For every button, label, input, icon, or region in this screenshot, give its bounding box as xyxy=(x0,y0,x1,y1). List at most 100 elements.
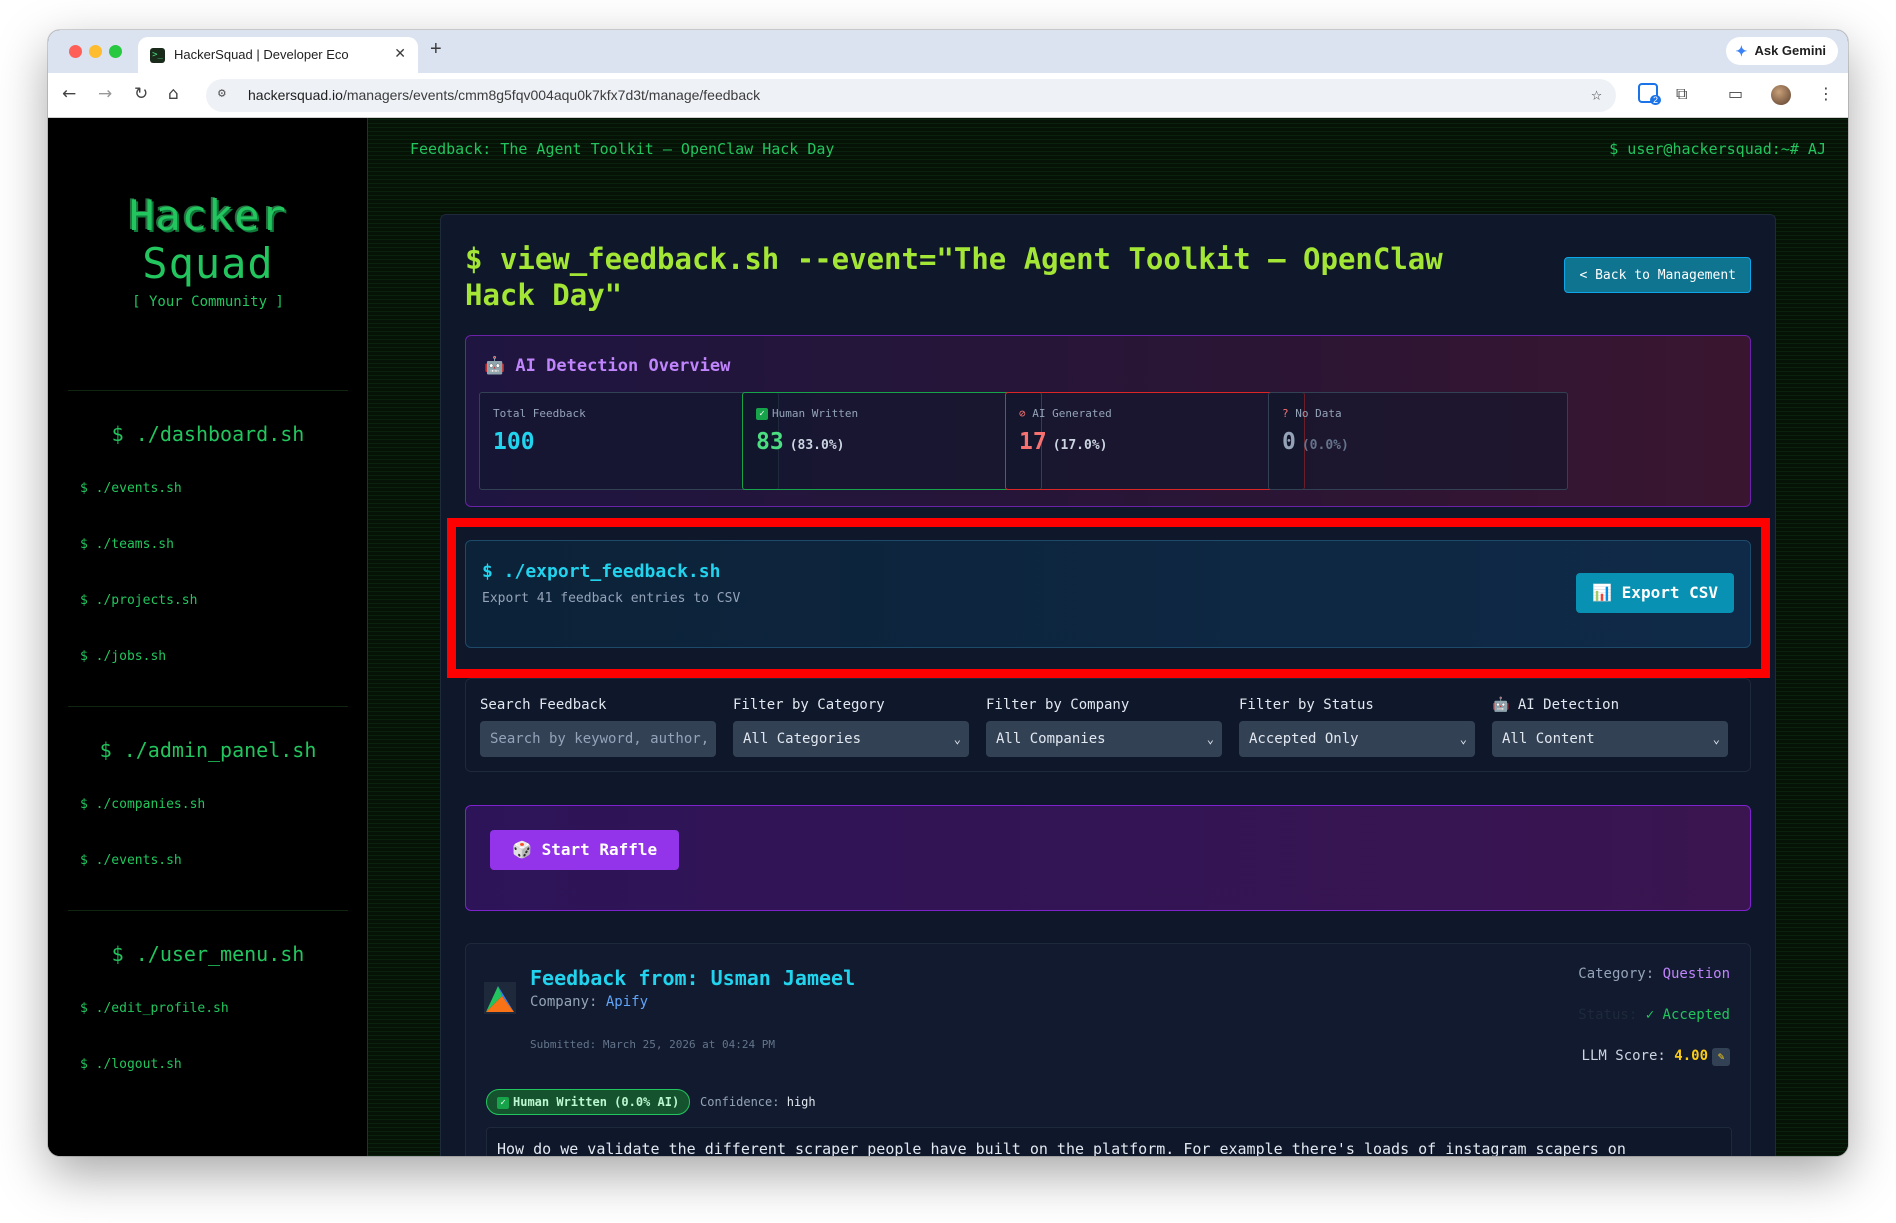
chevron-down-icon: ⌄ xyxy=(953,732,961,746)
stat-label: ✓ Human Written xyxy=(756,407,858,420)
company-select[interactable]: All Companies ⌄ xyxy=(986,721,1222,757)
stat-value: 17 (17.0%) xyxy=(1019,429,1108,455)
ai-detection-select[interactable]: All Content ⌄ xyxy=(1492,721,1728,757)
stat-label: ? No Data xyxy=(1282,407,1342,420)
logo-line-2: Squad xyxy=(142,239,274,288)
confidence-level: Confidence: high xyxy=(700,1095,816,1109)
page-breadcrumb: Feedback: The Agent Toolkit – OpenClaw H… xyxy=(410,140,835,158)
site-settings-icon[interactable]: ⚙ xyxy=(218,86,226,101)
pencil-icon[interactable]: ✎ xyxy=(1712,1048,1730,1066)
company-filter-label: Filter by Company xyxy=(986,697,1130,713)
tab-bar: >_ HackerSquad | Developer Eco ✕ + ✦ Ask… xyxy=(48,30,1848,73)
stat-label: ⊘ AI Generated xyxy=(1019,407,1112,420)
export-csv-button[interactable]: 📊 Export CSV xyxy=(1576,573,1734,613)
stat-total-feedback: Total Feedback 100 xyxy=(479,392,779,490)
sidebar-item-edit-profile[interactable]: $ ./edit_profile.sh xyxy=(80,1001,229,1016)
bar-chart-icon: 📊 xyxy=(1592,583,1613,602)
url-text: hackersquad.io/managers/events/cmm8g5fqv… xyxy=(248,87,761,103)
divider xyxy=(68,706,348,707)
feedback-company: Company: Apify xyxy=(530,994,649,1010)
forward-arrow-icon[interactable]: → xyxy=(98,84,112,104)
feedback-llm-score: LLM Score: 4.00 ✎ xyxy=(1582,1048,1730,1066)
sidebar-section-user-menu[interactable]: $ ./user_menu.sh xyxy=(48,942,368,966)
ai-detection-overview: 🤖 AI Detection Overview Total Feedback 1… xyxy=(465,335,1751,507)
category-select[interactable]: All Categories ⌄ xyxy=(733,721,969,757)
home-icon[interactable]: ⌂ xyxy=(168,84,179,104)
search-input[interactable]: Search by keyword, author, ... xyxy=(480,721,716,757)
export-title: $ ./export_feedback.sh xyxy=(482,561,721,582)
question-mark-icon: ? xyxy=(1282,407,1289,420)
puzzle-extensions-icon[interactable]: ⧉ xyxy=(1676,84,1687,104)
address-bar[interactable]: ⚙ hackersquad.io/managers/events/cmm8g5f… xyxy=(206,79,1616,112)
checkbox-icon: ✓ xyxy=(497,1097,509,1109)
close-tab-icon[interactable]: ✕ xyxy=(394,45,406,62)
feedback-author-title: Feedback from: Usman Jameel xyxy=(530,966,856,990)
sidebar-item-projects[interactable]: $ ./projects.sh xyxy=(80,593,197,608)
chevron-down-icon: ⌄ xyxy=(1459,732,1467,746)
logo[interactable]: Hacker Squad [ Your Community ] xyxy=(48,191,368,311)
back-arrow-icon[interactable]: ← xyxy=(62,84,76,104)
bookmark-star-icon[interactable]: ☆ xyxy=(1591,84,1602,105)
reload-icon[interactable]: ↻ xyxy=(134,84,148,104)
ai-detection-filter-label: 🤖 AI Detection xyxy=(1492,697,1620,713)
chevron-down-icon: ⌄ xyxy=(1712,732,1720,746)
sidebar-item-companies[interactable]: $ ./companies.sh xyxy=(80,797,205,812)
logo-tagline: [ Your Community ] xyxy=(132,294,284,310)
gemini-sparkle-icon: ✦ xyxy=(1735,43,1748,59)
stat-label: Total Feedback xyxy=(493,407,586,420)
checkbox-icon: ✓ xyxy=(756,408,768,420)
ai-overview-title: 🤖 AI Detection Overview xyxy=(484,356,731,376)
category-filter-label: Filter by Category xyxy=(733,697,885,713)
sidebar-item-jobs[interactable]: $ ./jobs.sh xyxy=(80,649,166,664)
sidebar-item-events[interactable]: $ ./events.sh xyxy=(80,481,182,496)
maximize-window-button[interactable] xyxy=(109,45,122,58)
ask-gemini-button[interactable]: ✦ Ask Gemini xyxy=(1726,37,1838,65)
terminal-favicon-icon: >_ xyxy=(150,48,165,63)
sidebar: Hacker Squad [ Your Community ] $ ./dash… xyxy=(48,118,368,1156)
divider xyxy=(68,390,348,391)
raffle-section: 🎲 Start Raffle xyxy=(465,805,1751,911)
feedback-panel: $ view_feedback.sh --event="The Agent To… xyxy=(440,214,1776,1156)
stat-no-data: ? No Data 0 (0.0%) xyxy=(1268,392,1568,490)
user-prompt[interactable]: $ user@hackersquad:~# AJ xyxy=(1609,140,1826,158)
browser-toolbar: ← → ↻ ⌂ ⚙ hackersquad.io/managers/events… xyxy=(48,73,1848,118)
sidebar-section-dashboard[interactable]: $ ./dashboard.sh xyxy=(48,422,368,446)
back-to-management-button[interactable]: < Back to Management xyxy=(1564,257,1751,293)
human-written-badge: ✓ Human Written (0.0% AI) xyxy=(486,1089,691,1115)
status-filter-label: Filter by Status xyxy=(1239,697,1374,713)
filters-bar: Search Feedback Search by keyword, autho… xyxy=(465,678,1751,772)
sidebar-item-logout[interactable]: $ ./logout.sh xyxy=(80,1057,182,1072)
profile-avatar[interactable] xyxy=(1771,85,1791,105)
page-title: $ view_feedback.sh --event="The Agent To… xyxy=(465,242,1443,312)
search-label: Search Feedback xyxy=(480,697,607,713)
company-logo-icon xyxy=(484,982,516,1014)
chevron-down-icon: ⌄ xyxy=(1206,732,1214,746)
export-section: $ ./export_feedback.sh Export 41 feedbac… xyxy=(465,540,1751,648)
feedback-status: Status: ✓ Accepted xyxy=(1578,1007,1730,1023)
tab-title: HackerSquad | Developer Eco xyxy=(174,47,349,62)
new-tab-button[interactable]: + xyxy=(430,38,442,61)
close-window-button[interactable] xyxy=(69,45,82,58)
logo-line-1: Hacker xyxy=(129,191,287,240)
stat-human-written: ✓ Human Written 83 (83.0%) xyxy=(742,392,1042,490)
stat-value: 0 (0.0%) xyxy=(1282,429,1349,455)
stat-value: 83 (83.0%) xyxy=(756,429,845,455)
status-select[interactable]: Accepted Only ⌄ xyxy=(1239,721,1475,757)
feedback-text: How do we validate the different scraper… xyxy=(497,1140,1626,1156)
more-menu-icon[interactable]: ⋮ xyxy=(1818,84,1834,103)
export-subtitle: Export 41 feedback entries to CSV xyxy=(482,591,741,606)
feedback-category: Category: Question xyxy=(1578,966,1730,982)
sidebar-section-admin-panel[interactable]: $ ./admin_panel.sh xyxy=(48,738,368,762)
cast-icon[interactable]: ▭ xyxy=(1728,84,1743,103)
browser-tab[interactable]: >_ HackerSquad | Developer Eco ✕ xyxy=(138,37,418,73)
dice-icon: 🎲 xyxy=(512,840,532,859)
prohibited-icon: ⊘ xyxy=(1019,407,1026,420)
start-raffle-button[interactable]: 🎲 Start Raffle xyxy=(490,830,680,870)
robot-icon: 🤖 xyxy=(1492,697,1510,713)
browser-window: >_ HackerSquad | Developer Eco ✕ + ✦ Ask… xyxy=(48,30,1848,1156)
feedback-text-box: How do we validate the different scraper… xyxy=(486,1127,1732,1156)
minimize-window-button[interactable] xyxy=(89,45,102,58)
sidebar-item-teams[interactable]: $ ./teams.sh xyxy=(80,537,174,552)
sidebar-item-admin-events[interactable]: $ ./events.sh xyxy=(80,853,182,868)
extension-badge: 2 xyxy=(1650,95,1662,105)
